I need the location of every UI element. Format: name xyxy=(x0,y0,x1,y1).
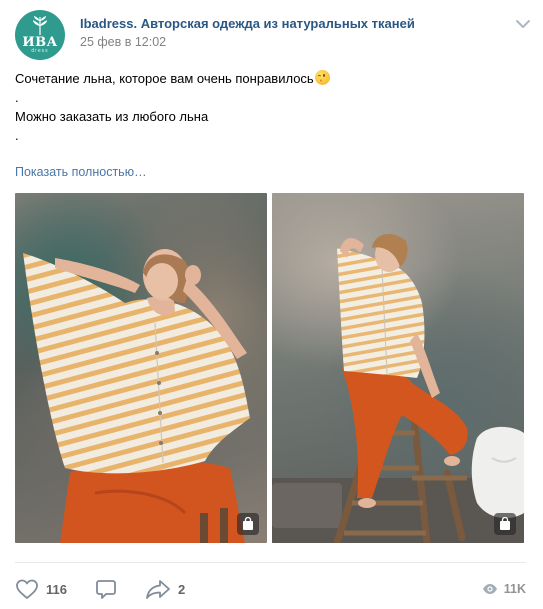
leaf-logo-icon xyxy=(33,16,47,36)
post-text-line: . xyxy=(15,90,19,105)
post-date-link[interactable]: 25 фев в 12:02 xyxy=(80,35,166,49)
wink-emoji-icon xyxy=(314,70,330,85)
photo-2-illustration xyxy=(272,233,524,543)
author-name-link[interactable]: Ibadress. Авторская одежда из натуральны… xyxy=(80,16,415,31)
actions-divider xyxy=(15,562,526,563)
views-counter: 11K xyxy=(482,575,526,603)
post-text-line: Можно заказать из любого льна xyxy=(15,109,209,124)
chevron-down-icon[interactable] xyxy=(515,18,531,30)
like-count: 116 xyxy=(46,581,67,597)
show-more-link[interactable]: Показать полностью… xyxy=(15,165,147,179)
post-actions: 116 2 11K xyxy=(15,575,526,603)
heart-icon xyxy=(16,579,38,599)
post-text-line: Сочетание льна, которое вам очень понрав… xyxy=(15,69,525,88)
views-count: 11K xyxy=(503,582,526,596)
comment-icon xyxy=(96,580,116,599)
like-button[interactable]: 116 xyxy=(15,575,67,603)
post-photo-1[interactable] xyxy=(15,193,267,543)
share-arrow-icon xyxy=(146,580,170,599)
comment-button[interactable] xyxy=(95,575,124,603)
share-count: 2 xyxy=(178,581,186,597)
photo-1-illustration xyxy=(23,249,250,543)
avatar[interactable]: ИВА dress xyxy=(15,10,65,60)
eye-icon xyxy=(482,584,497,594)
share-button[interactable]: 2 xyxy=(145,575,185,603)
shopping-bag-icon[interactable] xyxy=(494,513,516,535)
post-header: ИВА dress Ibadress. Авторская одежда из … xyxy=(15,10,531,60)
shopping-bag-icon[interactable] xyxy=(237,513,259,535)
avatar-subtitle: dress xyxy=(31,48,49,54)
post-photo-2[interactable] xyxy=(272,193,524,543)
post-text: Сочетание льна, которое вам очень понрав… xyxy=(15,69,525,145)
post-text-line: . xyxy=(15,128,19,143)
